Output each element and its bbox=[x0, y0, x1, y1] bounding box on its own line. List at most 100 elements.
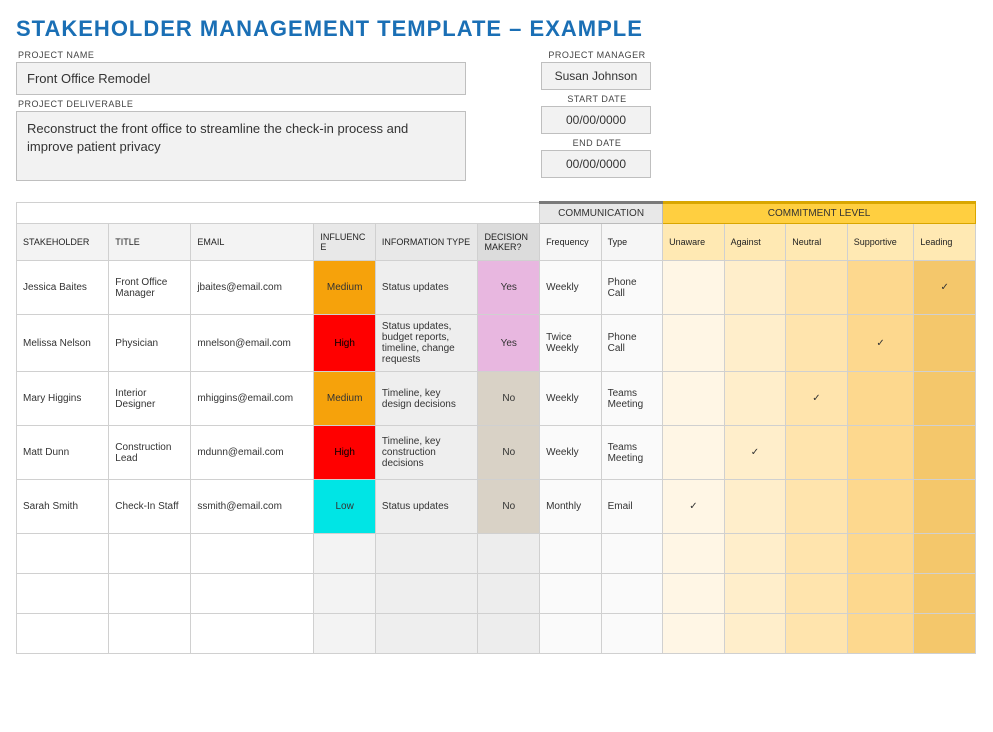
empty-cell[interactable] bbox=[786, 614, 848, 654]
frequency-cell[interactable]: Twice Weekly bbox=[540, 315, 602, 372]
empty-cell[interactable] bbox=[724, 534, 786, 574]
stakeholder-cell[interactable]: Sarah Smith bbox=[17, 480, 109, 534]
title-cell[interactable]: Construction Lead bbox=[109, 426, 191, 480]
empty-cell[interactable] bbox=[786, 574, 848, 614]
commitment-leading-cell[interactable] bbox=[914, 480, 976, 534]
commitment-leading-cell[interactable] bbox=[914, 426, 976, 480]
empty-cell[interactable] bbox=[109, 534, 191, 574]
commitment-supportive-cell[interactable] bbox=[847, 261, 914, 315]
decision-cell[interactable]: No bbox=[478, 426, 540, 480]
commitment-leading-cell[interactable] bbox=[914, 315, 976, 372]
influence-cell[interactable]: Medium bbox=[314, 372, 376, 426]
empty-cell[interactable] bbox=[191, 574, 314, 614]
commitment-leading-cell[interactable] bbox=[914, 372, 976, 426]
type-cell[interactable]: Phone Call bbox=[601, 315, 663, 372]
influence-cell[interactable]: Medium bbox=[314, 261, 376, 315]
influence-cell[interactable]: Low bbox=[314, 480, 376, 534]
type-cell[interactable]: Phone Call bbox=[601, 261, 663, 315]
email-cell[interactable]: mdunn@email.com bbox=[191, 426, 314, 480]
empty-cell[interactable] bbox=[724, 614, 786, 654]
email-cell[interactable]: mnelson@email.com bbox=[191, 315, 314, 372]
commitment-against-cell[interactable] bbox=[724, 480, 786, 534]
commitment-unaware-cell[interactable] bbox=[663, 372, 725, 426]
decision-cell[interactable]: Yes bbox=[478, 261, 540, 315]
empty-cell[interactable] bbox=[191, 614, 314, 654]
type-cell[interactable]: Email bbox=[601, 480, 663, 534]
empty-cell[interactable] bbox=[375, 574, 478, 614]
commitment-against-cell[interactable]: ✓ bbox=[724, 426, 786, 480]
project-name-field[interactable]: Front Office Remodel bbox=[16, 62, 466, 95]
commitment-unaware-cell[interactable] bbox=[663, 315, 725, 372]
commitment-against-cell[interactable] bbox=[724, 372, 786, 426]
empty-cell[interactable] bbox=[191, 534, 314, 574]
commitment-against-cell[interactable] bbox=[724, 261, 786, 315]
info-type-cell[interactable]: Status updates bbox=[375, 261, 478, 315]
email-cell[interactable]: ssmith@email.com bbox=[191, 480, 314, 534]
title-cell[interactable]: Interior Designer bbox=[109, 372, 191, 426]
info-type-cell[interactable]: Status updates, budget reports, timeline… bbox=[375, 315, 478, 372]
empty-cell[interactable] bbox=[17, 574, 109, 614]
influence-cell[interactable]: High bbox=[314, 315, 376, 372]
commitment-neutral-cell[interactable] bbox=[786, 315, 848, 372]
commitment-neutral-cell[interactable] bbox=[786, 480, 848, 534]
empty-cell[interactable] bbox=[375, 534, 478, 574]
empty-cell[interactable] bbox=[914, 534, 976, 574]
stakeholder-cell[interactable]: Jessica Baites bbox=[17, 261, 109, 315]
empty-cell[interactable] bbox=[478, 614, 540, 654]
title-cell[interactable]: Check-In Staff bbox=[109, 480, 191, 534]
empty-cell[interactable] bbox=[663, 614, 725, 654]
commitment-unaware-cell[interactable]: ✓ bbox=[663, 480, 725, 534]
empty-cell[interactable] bbox=[478, 574, 540, 614]
title-cell[interactable]: Physician bbox=[109, 315, 191, 372]
commitment-supportive-cell[interactable] bbox=[847, 372, 914, 426]
empty-cell[interactable] bbox=[914, 614, 976, 654]
empty-cell[interactable] bbox=[314, 534, 376, 574]
decision-cell[interactable]: No bbox=[478, 480, 540, 534]
commitment-unaware-cell[interactable] bbox=[663, 426, 725, 480]
commitment-neutral-cell[interactable] bbox=[786, 426, 848, 480]
influence-cell[interactable]: High bbox=[314, 426, 376, 480]
empty-cell[interactable] bbox=[17, 534, 109, 574]
frequency-cell[interactable]: Weekly bbox=[540, 261, 602, 315]
empty-cell[interactable] bbox=[663, 534, 725, 574]
empty-cell[interactable] bbox=[786, 534, 848, 574]
stakeholder-cell[interactable]: Matt Dunn bbox=[17, 426, 109, 480]
title-cell[interactable]: Front Office Manager bbox=[109, 261, 191, 315]
empty-cell[interactable] bbox=[601, 574, 663, 614]
frequency-cell[interactable]: Weekly bbox=[540, 372, 602, 426]
empty-cell[interactable] bbox=[663, 574, 725, 614]
empty-cell[interactable] bbox=[847, 534, 914, 574]
frequency-cell[interactable]: Monthly bbox=[540, 480, 602, 534]
stakeholder-cell[interactable]: Melissa Nelson bbox=[17, 315, 109, 372]
info-type-cell[interactable]: Timeline, key construction decisions bbox=[375, 426, 478, 480]
type-cell[interactable]: Teams Meeting bbox=[601, 426, 663, 480]
empty-cell[interactable] bbox=[847, 614, 914, 654]
empty-cell[interactable] bbox=[601, 614, 663, 654]
empty-cell[interactable] bbox=[540, 534, 602, 574]
empty-cell[interactable] bbox=[17, 614, 109, 654]
stakeholder-cell[interactable]: Mary Higgins bbox=[17, 372, 109, 426]
commitment-unaware-cell[interactable] bbox=[663, 261, 725, 315]
empty-cell[interactable] bbox=[109, 574, 191, 614]
empty-cell[interactable] bbox=[914, 574, 976, 614]
start-date-field[interactable]: 00/00/0000 bbox=[541, 106, 651, 134]
frequency-cell[interactable]: Weekly bbox=[540, 426, 602, 480]
empty-cell[interactable] bbox=[478, 534, 540, 574]
commitment-against-cell[interactable] bbox=[724, 315, 786, 372]
commitment-supportive-cell[interactable]: ✓ bbox=[847, 315, 914, 372]
empty-cell[interactable] bbox=[601, 534, 663, 574]
email-cell[interactable]: jbaites@email.com bbox=[191, 261, 314, 315]
empty-cell[interactable] bbox=[540, 574, 602, 614]
empty-cell[interactable] bbox=[847, 574, 914, 614]
decision-cell[interactable]: No bbox=[478, 372, 540, 426]
type-cell[interactable]: Teams Meeting bbox=[601, 372, 663, 426]
project-deliverable-field[interactable]: Reconstruct the front office to streamli… bbox=[16, 111, 466, 181]
empty-cell[interactable] bbox=[724, 574, 786, 614]
info-type-cell[interactable]: Status updates bbox=[375, 480, 478, 534]
commitment-supportive-cell[interactable] bbox=[847, 480, 914, 534]
decision-cell[interactable]: Yes bbox=[478, 315, 540, 372]
email-cell[interactable]: mhiggins@email.com bbox=[191, 372, 314, 426]
empty-cell[interactable] bbox=[540, 614, 602, 654]
empty-cell[interactable] bbox=[375, 614, 478, 654]
commitment-supportive-cell[interactable] bbox=[847, 426, 914, 480]
